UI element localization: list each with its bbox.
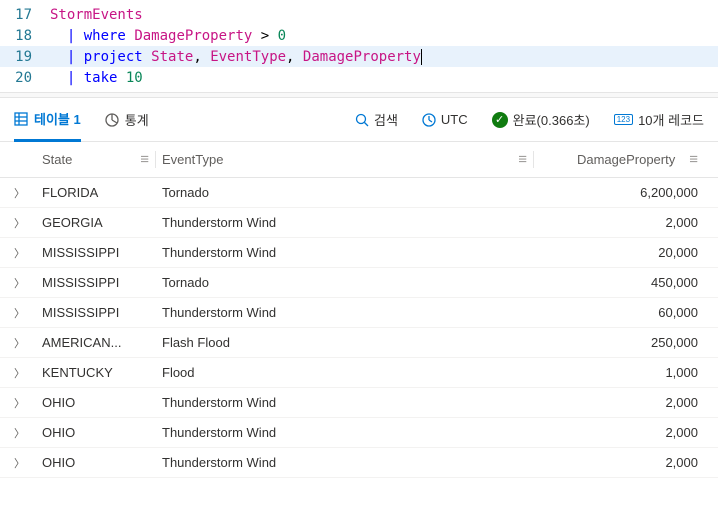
tab-table-label: 테이블 1 <box>34 109 81 128</box>
cell-state: FLORIDA <box>36 185 156 200</box>
tab-stats[interactable]: 통계 <box>105 98 149 141</box>
cell-damageproperty: 2,000 <box>534 395 704 410</box>
column-menu-icon[interactable]: ≡ <box>518 151 527 168</box>
cell-state: OHIO <box>36 425 156 440</box>
table-row[interactable]: 〉MISSISSIPPIThunderstorm Wind20,000 <box>0 238 718 268</box>
column-state-label: State <box>42 152 72 167</box>
table-icon <box>14 112 28 126</box>
cell-eventtype: Thunderstorm Wind <box>156 245 534 260</box>
line-number: 17 <box>0 7 50 23</box>
column-event-label: EventType <box>162 152 223 167</box>
utc-button[interactable]: UTC <box>422 112 468 127</box>
records-count[interactable]: 123 10개 레코드 <box>614 110 704 129</box>
expand-icon[interactable]: 〉 <box>14 275 36 291</box>
cell-state: MISSISSIPPI <box>36 275 156 290</box>
cell-eventtype: Thunderstorm Wind <box>156 395 534 410</box>
expand-icon[interactable]: 〉 <box>14 455 36 471</box>
expand-icon[interactable]: 〉 <box>14 305 36 321</box>
cell-damageproperty: 2,000 <box>534 215 704 230</box>
cell-state: AMERICAN... <box>36 335 156 350</box>
code-line[interactable]: 18 | where DamageProperty > 0 <box>0 25 718 46</box>
column-eventtype[interactable]: EventType ≡ <box>156 151 534 168</box>
cell-state: KENTUCKY <box>36 365 156 380</box>
cell-eventtype: Flash Flood <box>156 335 534 350</box>
code-line[interactable]: 20 | take 10 <box>0 67 718 88</box>
table-row[interactable]: 〉OHIOThunderstorm Wind2,000 <box>0 388 718 418</box>
cell-damageproperty: 2,000 <box>534 425 704 440</box>
search-label: 검색 <box>374 110 398 129</box>
expand-icon[interactable]: 〉 <box>14 245 36 261</box>
cell-state: OHIO <box>36 395 156 410</box>
code-content: StormEvents <box>50 7 143 23</box>
expand-icon[interactable]: 〉 <box>14 425 36 441</box>
column-damage-label: DamageProperty <box>577 152 675 167</box>
status-indicator: ✓ 완료(0.366초) <box>492 110 590 129</box>
expand-icon[interactable]: 〉 <box>14 365 36 381</box>
line-number: 20 <box>0 70 50 86</box>
column-damageproperty[interactable]: DamageProperty ≡ <box>534 151 704 168</box>
cell-eventtype: Flood <box>156 365 534 380</box>
code-line[interactable]: 17StormEvents <box>0 4 718 25</box>
table-row[interactable]: 〉MISSISSIPPIThunderstorm Wind60,000 <box>0 298 718 328</box>
table-row[interactable]: 〉OHIOThunderstorm Wind2,000 <box>0 448 718 478</box>
status-label: 완료(0.366초) <box>513 110 590 129</box>
cell-state: OHIO <box>36 455 156 470</box>
column-state[interactable]: State ≡ <box>36 151 156 168</box>
clock-icon <box>422 113 436 127</box>
records-icon: 123 <box>614 114 633 125</box>
code-content: | where DamageProperty > 0 <box>50 28 286 44</box>
table-row[interactable]: 〉GEORGIAThunderstorm Wind2,000 <box>0 208 718 238</box>
results-toolbar: 테이블 1 통계 검색 UTC ✓ 완료(0.366초) 123 10개 레코드 <box>0 98 718 142</box>
cell-eventtype: Thunderstorm Wind <box>156 425 534 440</box>
cell-damageproperty: 1,000 <box>534 365 704 380</box>
records-label: 10개 레코드 <box>638 110 704 129</box>
expand-icon[interactable]: 〉 <box>14 395 36 411</box>
cell-state: MISSISSIPPI <box>36 245 156 260</box>
cell-damageproperty: 60,000 <box>534 305 704 320</box>
line-number: 19 <box>0 49 50 65</box>
utc-label: UTC <box>441 112 468 127</box>
cell-eventtype: Tornado <box>156 275 534 290</box>
column-menu-icon[interactable]: ≡ <box>140 151 149 168</box>
cell-damageproperty: 2,000 <box>534 455 704 470</box>
table-row[interactable]: 〉OHIOThunderstorm Wind2,000 <box>0 418 718 448</box>
stats-icon <box>105 113 119 127</box>
search-icon <box>355 113 369 127</box>
cell-eventtype: Thunderstorm Wind <box>156 455 534 470</box>
cell-state: GEORGIA <box>36 215 156 230</box>
code-content: | take 10 <box>50 70 143 86</box>
code-editor[interactable]: 17StormEvents18 | where DamageProperty >… <box>0 0 718 92</box>
expand-icon[interactable]: 〉 <box>14 335 36 351</box>
expand-icon[interactable]: 〉 <box>14 215 36 231</box>
cell-eventtype: Tornado <box>156 185 534 200</box>
cell-damageproperty: 20,000 <box>534 245 704 260</box>
cell-damageproperty: 450,000 <box>534 275 704 290</box>
table-row[interactable]: 〉KENTUCKYFlood1,000 <box>0 358 718 388</box>
check-icon: ✓ <box>492 112 508 128</box>
table-row[interactable]: 〉FLORIDATornado6,200,000 <box>0 178 718 208</box>
code-line[interactable]: 19 | project State, EventType, DamagePro… <box>0 46 718 67</box>
expand-icon[interactable]: 〉 <box>14 185 36 201</box>
tab-stats-label: 통계 <box>125 110 149 129</box>
cell-eventtype: Thunderstorm Wind <box>156 305 534 320</box>
cell-damageproperty: 6,200,000 <box>534 185 704 200</box>
search-button[interactable]: 검색 <box>355 110 398 129</box>
tab-table[interactable]: 테이블 1 <box>14 99 81 142</box>
table-row[interactable]: 〉MISSISSIPPITornado450,000 <box>0 268 718 298</box>
column-menu-icon[interactable]: ≡ <box>689 151 698 168</box>
cell-state: MISSISSIPPI <box>36 305 156 320</box>
results-table: State ≡ EventType ≡ DamageProperty ≡ 〉FL… <box>0 142 718 478</box>
cell-eventtype: Thunderstorm Wind <box>156 215 534 230</box>
line-number: 18 <box>0 28 50 44</box>
code-content: | project State, EventType, DamageProper… <box>50 49 422 65</box>
cell-damageproperty: 250,000 <box>534 335 704 350</box>
table-header: State ≡ EventType ≡ DamageProperty ≡ <box>0 142 718 178</box>
table-row[interactable]: 〉AMERICAN...Flash Flood250,000 <box>0 328 718 358</box>
